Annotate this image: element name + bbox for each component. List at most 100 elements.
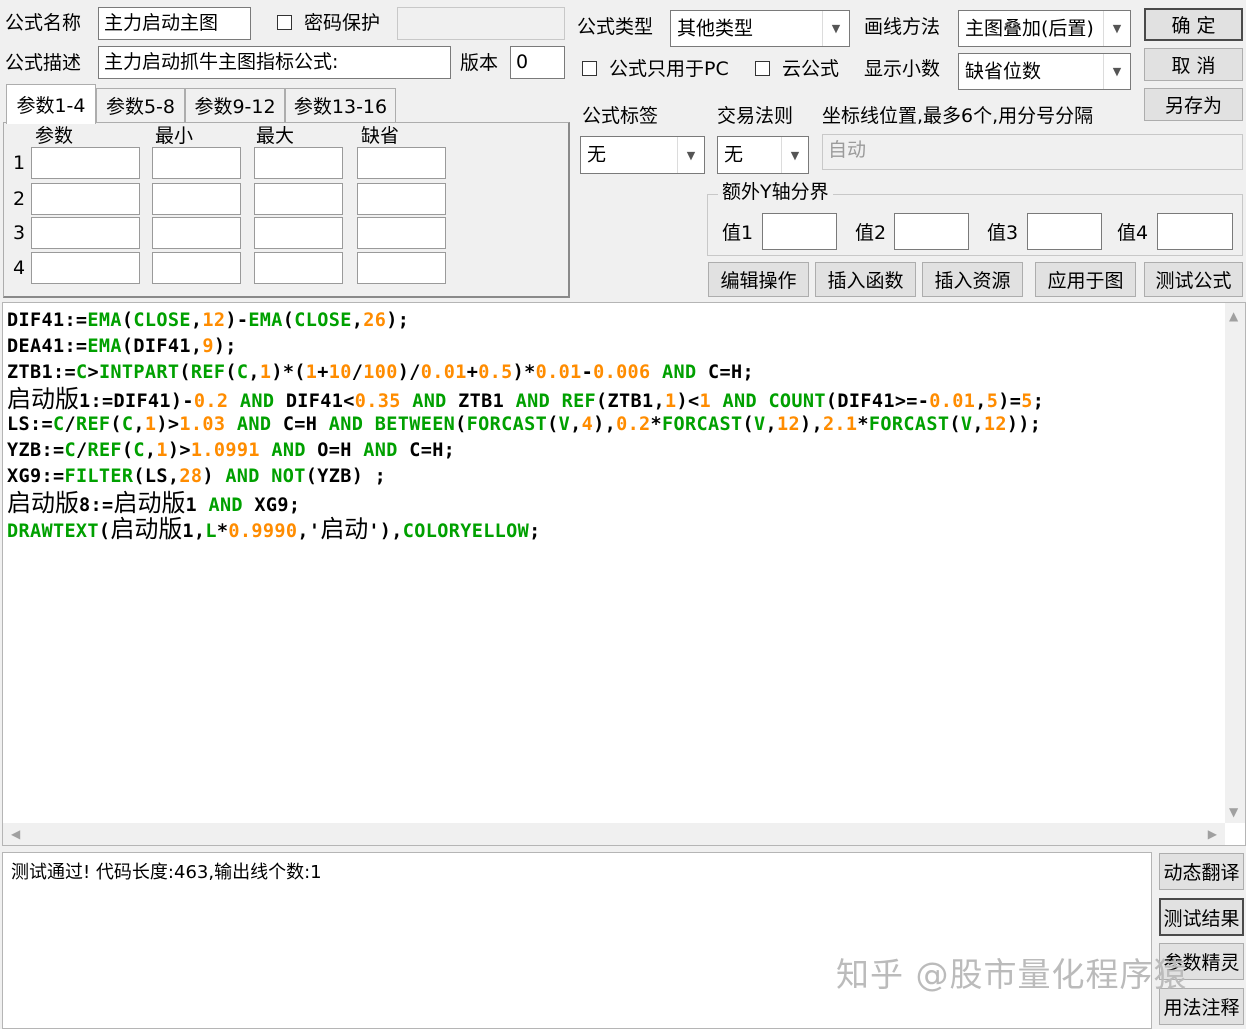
trade-rule-select[interactable]: 无 ▼: [717, 136, 809, 174]
password-input[interactable]: [397, 7, 565, 40]
coord-input[interactable]: 自动: [822, 134, 1243, 170]
code-token: DEA41:=: [7, 336, 88, 357]
param-4-min[interactable]: [152, 252, 241, 284]
param-3-name[interactable]: [31, 217, 140, 249]
vertical-scrollbar[interactable]: ▲ ▼: [1225, 303, 1245, 823]
code-line[interactable]: 启动版8:=启动版1 AND XG9;: [7, 490, 300, 516]
chevron-down-icon[interactable]: ▼: [677, 137, 704, 173]
code-keyword: C: [52, 414, 65, 435]
value1-input[interactable]: [762, 213, 837, 250]
param-4-name[interactable]: [31, 252, 140, 284]
param-2-name[interactable]: [31, 183, 140, 215]
test-formula-button[interactable]: 测试公式: [1144, 262, 1243, 297]
apply-to-chart-button[interactable]: 应用于图: [1035, 262, 1136, 297]
ok-button[interactable]: 确 定: [1144, 8, 1243, 41]
tab-params-13-16[interactable]: 参数13-16: [285, 88, 396, 122]
formula-name-label: 公式名称: [5, 12, 82, 34]
tab-params-5-8[interactable]: 参数5-8: [96, 88, 185, 122]
code-keyword: REF: [87, 440, 122, 461]
code-token: 启动版: [113, 489, 186, 517]
chevron-down-icon[interactable]: ▼: [822, 11, 849, 46]
chevron-down-icon[interactable]: ▼: [1103, 54, 1130, 89]
formula-tag-select[interactable]: 无 ▼: [580, 136, 705, 174]
code-line[interactable]: DIF41:=EMA(CLOSE,12)-EMA(CLOSE,26);: [7, 308, 409, 334]
decimal-select[interactable]: 缺省位数 ▼: [958, 53, 1131, 90]
tab-params-1-4[interactable]: 参数1-4: [6, 84, 96, 124]
code-line[interactable]: XG9:=FILTER(LS,28) AND NOT(YZB) ;: [7, 464, 386, 490]
param-2-max[interactable]: [254, 183, 343, 215]
code-keyword: AND: [662, 362, 697, 383]
param-3-max[interactable]: [254, 217, 343, 249]
chevron-down-icon[interactable]: ▼: [781, 137, 808, 173]
scroll-down-icon[interactable]: ▼: [1229, 805, 1238, 819]
pc-only-checkbox[interactable]: [582, 61, 597, 76]
param-1-min[interactable]: [152, 147, 241, 179]
param-3-default[interactable]: [357, 217, 446, 249]
insert-function-button[interactable]: 插入函数: [815, 262, 916, 297]
pc-only-label: 公式只用于PC: [609, 58, 729, 80]
code-token: (: [225, 362, 237, 383]
code-number: 0.5: [478, 362, 513, 383]
formula-type-value: 其他类型: [677, 17, 754, 39]
param-2-default[interactable]: [357, 183, 446, 215]
param-1-max[interactable]: [254, 147, 343, 179]
param-1-default[interactable]: [357, 147, 446, 179]
horizontal-scrollbar[interactable]: ◀ ▶: [3, 823, 1225, 845]
draw-method-label: 画线方法: [864, 16, 941, 38]
param-4-default[interactable]: [357, 252, 446, 284]
param-3-min[interactable]: [152, 217, 241, 249]
code-token: DIF41:=: [7, 310, 88, 331]
formula-type-select[interactable]: 其他类型 ▼: [670, 10, 850, 47]
code-keyword: C: [133, 440, 145, 461]
draw-method-select[interactable]: 主图叠加(后置) ▼: [958, 10, 1131, 47]
code-line[interactable]: ZTB1:=C>INTPART(REF(C,1)*(1+10/100)/0.01…: [7, 360, 754, 386]
value3-input[interactable]: [1027, 213, 1102, 250]
code-keyword: FORCAST: [662, 414, 743, 435]
cancel-button[interactable]: 取 消: [1144, 48, 1243, 81]
scroll-left-icon[interactable]: ◀: [11, 827, 20, 841]
code-line[interactable]: LS:=C/REF(C,1)>1.03 AND C=H AND BETWEEN(…: [7, 412, 1041, 438]
code-keyword: C: [121, 414, 134, 435]
scroll-right-icon[interactable]: ▶: [1208, 827, 1217, 841]
scroll-up-icon[interactable]: ▲: [1229, 309, 1238, 323]
code-number: 4: [581, 414, 594, 435]
cloud-checkbox[interactable]: [755, 61, 770, 76]
code-keyword: AND: [208, 495, 243, 516]
formula-name-input[interactable]: 主力启动主图: [98, 7, 251, 40]
param-2-min[interactable]: [152, 183, 241, 215]
code-editor[interactable]: DIF41:=EMA(CLOSE,12)-EMA(CLOSE,26); DEA41…: [2, 302, 1246, 846]
value4-input[interactable]: [1157, 213, 1233, 250]
edit-operation-button[interactable]: 编辑操作: [708, 262, 809, 297]
insert-resource-button[interactable]: 插入资源: [922, 262, 1023, 297]
test-result-button[interactable]: 测试结果: [1159, 898, 1244, 936]
code-line[interactable]: DEA41:=EMA(DIF41,9);: [7, 334, 237, 360]
chevron-down-icon[interactable]: ▼: [1103, 11, 1130, 46]
code-line[interactable]: DRAWTEXT(启动版1,L*0.9990,'启动'),COLORYELLOW…: [7, 516, 541, 542]
code-keyword: EMA: [248, 310, 283, 331]
code-keyword: EMA: [87, 310, 122, 331]
save-as-button[interactable]: 另存为: [1144, 88, 1243, 121]
code-token: ,: [765, 414, 777, 435]
version-input[interactable]: 0: [510, 46, 565, 79]
password-checkbox[interactable]: [277, 15, 292, 30]
value2-input[interactable]: [894, 213, 969, 250]
code-token: (: [742, 414, 754, 435]
code-line[interactable]: YZB:=C/REF(C,1)>1.0991 AND O=H AND C=H;: [7, 438, 455, 464]
code-keyword: BETWEEN: [374, 414, 456, 435]
tab-params-9-12[interactable]: 参数9-12: [185, 88, 285, 122]
param-1-name[interactable]: [31, 147, 140, 179]
version-label: 版本: [460, 52, 499, 74]
trade-rule-label: 交易法则: [717, 105, 794, 127]
code-token: XG9:=: [7, 466, 65, 487]
param-header-max: 最大: [256, 125, 295, 147]
code-token: XG9;: [242, 495, 301, 516]
formula-desc-input[interactable]: 主力启动抓牛主图指标公式:: [98, 46, 451, 79]
code-keyword: V: [558, 414, 571, 435]
code-token: +: [466, 362, 479, 383]
param-4-max[interactable]: [254, 252, 343, 284]
code-line[interactable]: 启动版1:=DIF41)-0.2 AND DIF41<0.35 AND ZTB1…: [7, 386, 1044, 412]
dynamic-translate-button[interactable]: 动态翻译: [1159, 853, 1244, 890]
